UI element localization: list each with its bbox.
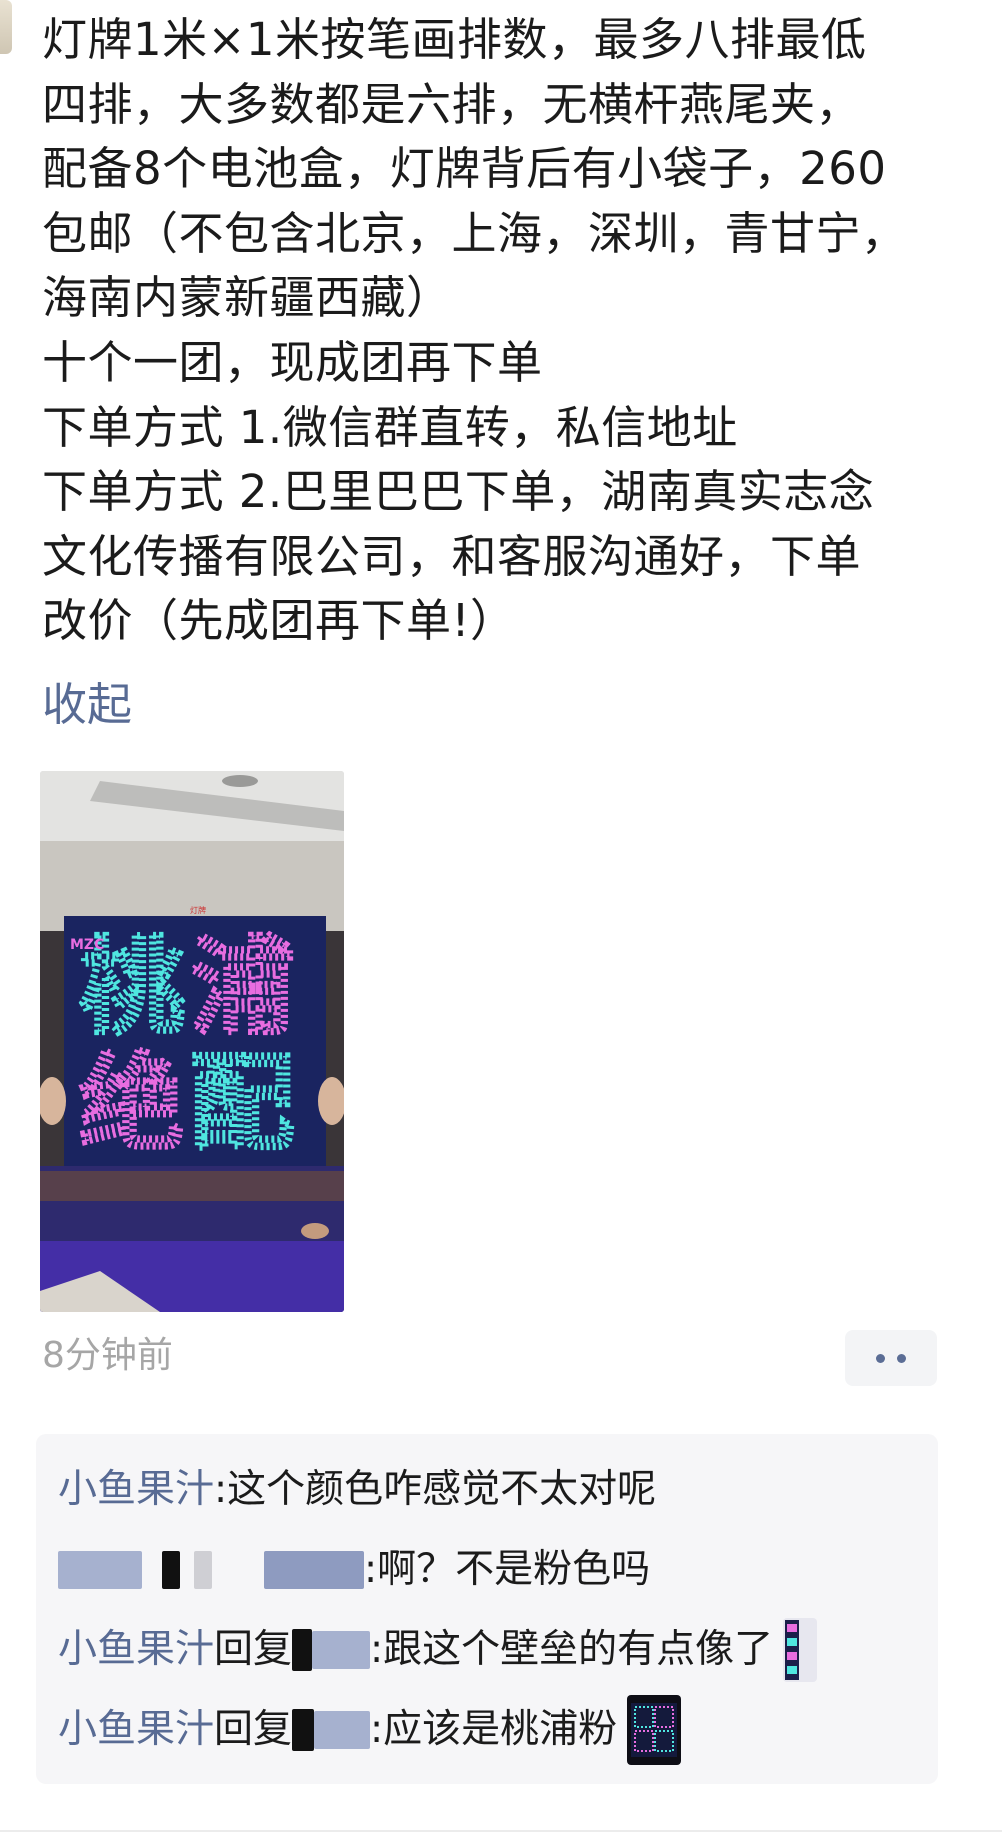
redacted-name [58, 1551, 142, 1589]
post-text: 灯牌1米×1米按笔画排数，最多八排最低 四排，大多数都是六排，无横杆燕尾夹， 配… [42, 13, 907, 648]
redacted-name [292, 1709, 315, 1751]
sign-char-4: 配 [190, 1042, 294, 1164]
sign-char-3: 绝 [80, 1042, 184, 1164]
more-button[interactable] [845, 1330, 937, 1386]
avatar[interactable] [0, 0, 12, 54]
collapse-link[interactable]: 收起 [42, 675, 132, 735]
sign-red-label: 灯牌 [190, 905, 206, 915]
redacted-name [292, 1629, 313, 1671]
comment-text: 应该是桃浦粉 [383, 1707, 618, 1752]
comment-row[interactable]: 小鱼果汁 : 这个颜色咋感觉不太对呢 [58, 1458, 656, 1522]
comment-author[interactable]: 小鱼果汁 [58, 1705, 214, 1755]
comments-panel: 小鱼果汁 : 这个颜色咋感觉不太对呢 : 啊？不是粉色吗 小鱼果汁 回复 : 跟… [36, 1434, 938, 1784]
timestamp: 8分钟前 [42, 1335, 173, 1376]
ceiling-light [222, 775, 258, 787]
sticker-image[interactable] [783, 1618, 818, 1682]
comment-author[interactable]: 小鱼果汁 [58, 1465, 214, 1515]
sticker-neon-sign-icon [631, 1703, 678, 1757]
post-photo[interactable]: 灯牌 桃 浦 绝 配 MZC [40, 771, 344, 1312]
sign-side-tag: MZC [70, 937, 104, 953]
redacted-name [194, 1551, 212, 1589]
comment-colon: : [370, 1627, 384, 1672]
redacted-name [312, 1631, 371, 1669]
comment-row[interactable]: 小鱼果汁 回复 : 应该是桃浦粉 [58, 1695, 682, 1765]
sticker-image[interactable] [627, 1695, 682, 1765]
light-sign-photo: 灯牌 桃 浦 绝 配 MZC [40, 771, 344, 1312]
comment-colon: : [364, 1547, 378, 1592]
reply-word: 回复 [214, 1707, 293, 1752]
comment-row[interactable]: : 啊？不是粉色吗 [58, 1538, 650, 1602]
comment-text: 跟这个壁垒的有点像了 [383, 1627, 774, 1672]
divider [0, 1830, 1002, 1832]
comment-row[interactable]: 小鱼果汁 回复 : 跟这个壁垒的有点像了 [58, 1618, 818, 1682]
comment-colon: : [370, 1707, 384, 1752]
bench [40, 1171, 344, 1201]
comment-author[interactable]: 小鱼果汁 [58, 1625, 214, 1675]
comment-colon: : [214, 1467, 228, 1512]
redacted-name [264, 1551, 364, 1589]
redacted-name [314, 1711, 371, 1749]
more-dot-icon [897, 1353, 906, 1363]
comment-text: 这个颜色咋感觉不太对呢 [227, 1467, 657, 1512]
redacted-name [162, 1551, 180, 1589]
sign-char-2: 浦 [190, 926, 294, 1048]
comment-text: 啊？不是粉色吗 [377, 1547, 651, 1592]
sticker-sign-icon [785, 1620, 800, 1680]
more-dot-icon [876, 1353, 885, 1363]
foot [301, 1223, 329, 1239]
reply-word: 回复 [214, 1627, 293, 1672]
